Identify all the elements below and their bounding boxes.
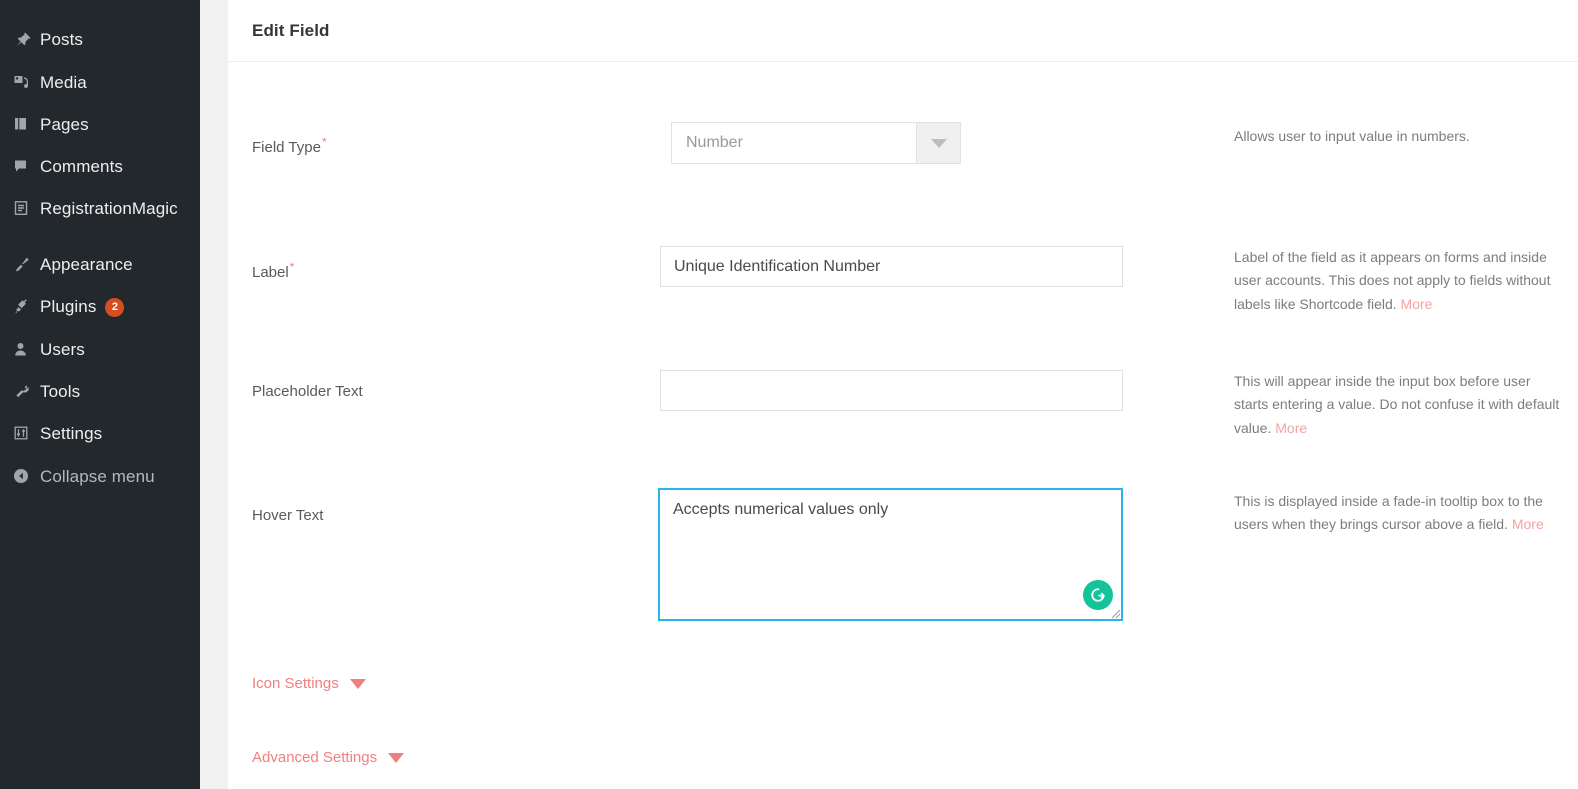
label-more-link[interactable]: More (1401, 296, 1433, 312)
sidebar-item-appearance[interactable]: Appearance (0, 248, 200, 282)
field-type-control: Number (671, 122, 961, 164)
sidebar-item-collapse-menu[interactable]: Collapse menu (0, 460, 200, 494)
sidebar-item-label: Posts (40, 30, 84, 49)
pages-icon (12, 114, 40, 136)
field-type-select[interactable]: Number (671, 122, 961, 164)
wrench-icon (12, 381, 40, 403)
placeholder-help-text: This will appear inside the input box be… (1234, 373, 1560, 436)
sidebar-item-label: Collapse menu (40, 467, 155, 486)
advanced-settings-toggle[interactable]: Advanced Settings (252, 749, 405, 766)
collapse-arrow-icon (12, 466, 40, 488)
sidebar-item-label: Pages (40, 115, 89, 134)
sidebar-item-label: Settings (40, 424, 103, 443)
label-input[interactable] (660, 246, 1123, 287)
hover-text-help-text: This is displayed inside a fade-in toolt… (1234, 493, 1544, 533)
paintbrush-icon (12, 254, 40, 276)
plug-icon (12, 296, 40, 318)
sidebar-item-users[interactable]: Users (0, 333, 200, 367)
sidebar-item-label: Comments (40, 157, 123, 176)
field-type-label: Field Type* (252, 135, 327, 156)
icon-settings-label: Icon Settings (252, 675, 339, 692)
media-icon (12, 72, 40, 94)
sidebar-item-plugins[interactable]: Plugins 2 (0, 290, 200, 324)
hover-text-field-label: Hover Text (252, 507, 324, 524)
placeholder-more-link[interactable]: More (1275, 420, 1307, 436)
sliders-icon (12, 423, 40, 445)
sidebar-gutter (200, 0, 228, 789)
icon-settings-toggle[interactable]: Icon Settings (252, 675, 366, 692)
placeholder-control (660, 370, 1123, 411)
sidebar-item-label: Users (40, 340, 85, 359)
edit-field-panel: Edit Field Field Type* Number Allows use… (228, 0, 1578, 789)
comment-bubble-icon (12, 156, 40, 178)
hover-text-area-wrapper (658, 488, 1123, 621)
plugins-update-badge: 2 (105, 297, 125, 317)
sidebar-item-comments[interactable]: Comments (0, 150, 200, 184)
sidebar-item-posts[interactable]: Posts (0, 23, 200, 57)
field-type-help-text: Allows user to input value in numbers. (1234, 128, 1470, 144)
chevron-down-icon (349, 678, 366, 689)
field-type-selected-value: Number (672, 123, 916, 163)
placeholder-input[interactable] (660, 370, 1123, 411)
sidebar-item-label: RegistrationMagic (40, 199, 178, 218)
chevron-down-icon (388, 752, 405, 763)
hover-text-more-link[interactable]: More (1512, 516, 1544, 532)
app-root: Posts Media Pages Comments RegistrationM (0, 0, 1578, 789)
required-asterisk: * (289, 260, 295, 274)
sidebar-item-label: Media (40, 73, 87, 92)
sidebar-item-tools[interactable]: Tools (0, 375, 200, 409)
sidebar-item-settings[interactable]: Settings (0, 417, 200, 451)
grammarly-icon[interactable] (1083, 580, 1113, 610)
sidebar-item-label: Appearance (40, 255, 133, 274)
hover-text-textarea[interactable] (658, 488, 1123, 621)
pin-icon (12, 29, 40, 51)
label-control (660, 246, 1123, 287)
required-asterisk: * (321, 135, 327, 149)
panel-header: Edit Field (228, 0, 1578, 62)
field-type-dropdown-button[interactable] (916, 123, 960, 163)
label-field-label: Label* (252, 260, 295, 281)
hover-text-control (658, 488, 1123, 621)
sidebar-item-pages[interactable]: Pages (0, 108, 200, 142)
advanced-settings-label: Advanced Settings (252, 749, 378, 766)
sidebar-item-label: Plugins (40, 297, 97, 316)
page-title: Edit Field (252, 20, 330, 40)
admin-sidebar: Posts Media Pages Comments RegistrationM (0, 0, 200, 789)
sidebar-item-registrationmagic[interactable]: RegistrationMagic (0, 192, 200, 226)
sidebar-item-media[interactable]: Media (0, 66, 200, 100)
registrationmagic-icon (12, 198, 40, 220)
sidebar-item-label: Tools (40, 382, 81, 401)
textarea-resize-handle[interactable] (1109, 607, 1121, 619)
placeholder-field-label: Placeholder Text (252, 383, 363, 400)
chevron-down-icon (930, 138, 947, 148)
label-help-text: Label of the field as it appears on form… (1234, 249, 1551, 312)
user-icon (12, 339, 40, 361)
